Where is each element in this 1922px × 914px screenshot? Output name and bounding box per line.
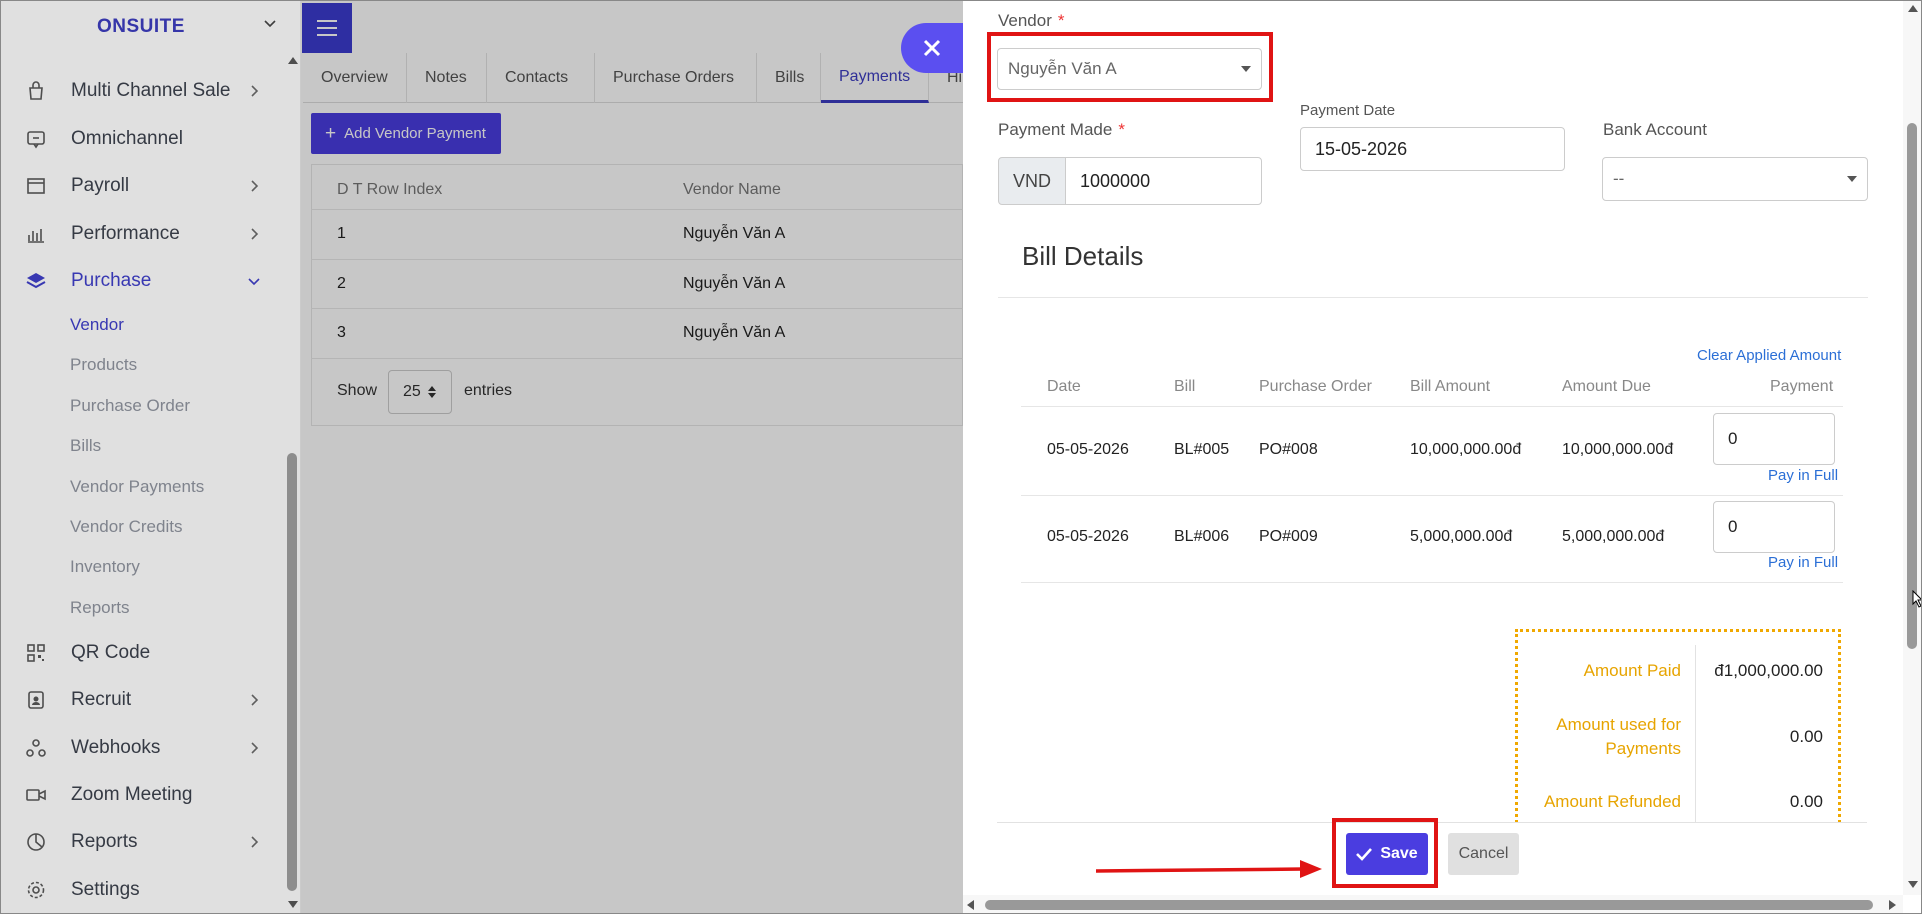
- scroll-right-arrow-icon[interactable]: [1889, 900, 1896, 910]
- save-button[interactable]: Save: [1346, 833, 1428, 875]
- close-icon: [923, 39, 941, 57]
- bill-header-amount-due: Amount Due: [1562, 378, 1651, 395]
- amount-refunded-value: 0.00: [1789, 792, 1823, 811]
- save-label: Save: [1380, 845, 1418, 862]
- vendor-select-value: Nguyễn Văn A: [1008, 59, 1117, 78]
- amount-used-label-line1: Amount used for: [1556, 715, 1681, 734]
- bill-row-divider: [1021, 582, 1843, 583]
- summary-divider: [1695, 645, 1696, 829]
- bill-header-payment: Payment: [1770, 378, 1834, 395]
- section-divider: [998, 297, 1868, 298]
- vendor-select[interactable]: Nguyễn Văn A: [997, 48, 1262, 90]
- bill-row-po: PO#009: [1259, 528, 1318, 545]
- pay-in-full-link[interactable]: Pay in Full: [1768, 554, 1838, 571]
- scroll-down-arrow-icon[interactable]: [1908, 881, 1918, 888]
- modal-backdrop[interactable]: [301, 1, 963, 913]
- bill-row-divider: [1021, 495, 1843, 496]
- bill-row-bill-amount: 5,000,000.00đ: [1410, 528, 1513, 545]
- bill-details-title: Bill Details: [1022, 241, 1144, 271]
- pay-in-full-link[interactable]: Pay in Full: [1768, 467, 1838, 484]
- annotation-arrow: [1096, 860, 1322, 878]
- mouse-cursor-icon: [1912, 590, 1921, 608]
- sidebar-dim-overlay: [1, 1, 301, 913]
- bill-row-bill: BL#005: [1174, 441, 1230, 458]
- check-icon: [1356, 848, 1373, 861]
- panel-horizontal-scroll-thumb[interactable]: [985, 900, 1873, 910]
- bill-row-divider: [1021, 406, 1843, 407]
- panel-vertical-scroll-thumb[interactable]: [1907, 123, 1917, 649]
- bill-header-bill-amount: Bill Amount: [1410, 378, 1491, 395]
- bill-row-date: 05-05-2026: [1047, 441, 1129, 458]
- required-mark: *: [1118, 120, 1125, 139]
- payment-made-label-text: Payment Made: [998, 120, 1113, 139]
- bill-row-bill-amount: 10,000,000.00đ: [1410, 441, 1522, 458]
- vendor-label: Vendor *: [998, 11, 1065, 31]
- bill-row-amount-due: 10,000,000.00đ: [1562, 441, 1674, 458]
- clear-applied-amount-link[interactable]: Clear Applied Amount: [1697, 347, 1841, 364]
- currency-addon: VND: [998, 157, 1066, 205]
- bank-account-label: Bank Account: [1603, 120, 1707, 139]
- bank-account-value: --: [1613, 169, 1625, 188]
- required-mark: *: [1057, 11, 1065, 30]
- amount-used-label-line2: Payments: [1605, 739, 1681, 758]
- payment-date-label: Payment Date: [1300, 102, 1396, 119]
- close-panel-button[interactable]: [901, 23, 963, 73]
- amount-paid-label: Amount Paid: [1583, 661, 1681, 680]
- amount-paid-value: đ1,000,000.00: [1714, 661, 1823, 680]
- payment-date-input[interactable]: 15-05-2026: [1300, 127, 1565, 171]
- bank-account-select[interactable]: --: [1602, 157, 1868, 201]
- amount-used-value: 0.00: [1789, 727, 1823, 746]
- bill-header-purchase-order: Purchase Order: [1259, 378, 1372, 395]
- scroll-left-arrow-icon[interactable]: [967, 900, 974, 910]
- caret-down-icon: [1847, 176, 1857, 182]
- cancel-button[interactable]: Cancel: [1448, 833, 1519, 875]
- amount-refunded-label: Amount Refunded: [1543, 792, 1681, 811]
- scroll-up-arrow-icon[interactable]: [1908, 5, 1918, 12]
- bill-payment-input[interactable]: 0: [1713, 413, 1835, 465]
- bill-row-amount-due: 5,000,000.00đ: [1562, 528, 1665, 545]
- app-root: ONSUITE Multi Channel Sale Omnichannel P…: [0, 0, 1922, 914]
- bill-row-date: 05-05-2026: [1047, 528, 1129, 545]
- caret-down-icon: [1241, 66, 1251, 72]
- bill-header-bill: Bill: [1174, 378, 1196, 395]
- payment-made-label: Payment Made *: [998, 120, 1125, 140]
- bill-payment-input[interactable]: 0: [1713, 501, 1835, 553]
- bill-header-date: Date: [1047, 378, 1081, 395]
- bill-row-bill: BL#006: [1174, 528, 1230, 545]
- bill-row-po: PO#008: [1259, 441, 1318, 458]
- payment-made-input[interactable]: 1000000: [1065, 157, 1262, 205]
- vendor-label-text: Vendor: [998, 11, 1052, 30]
